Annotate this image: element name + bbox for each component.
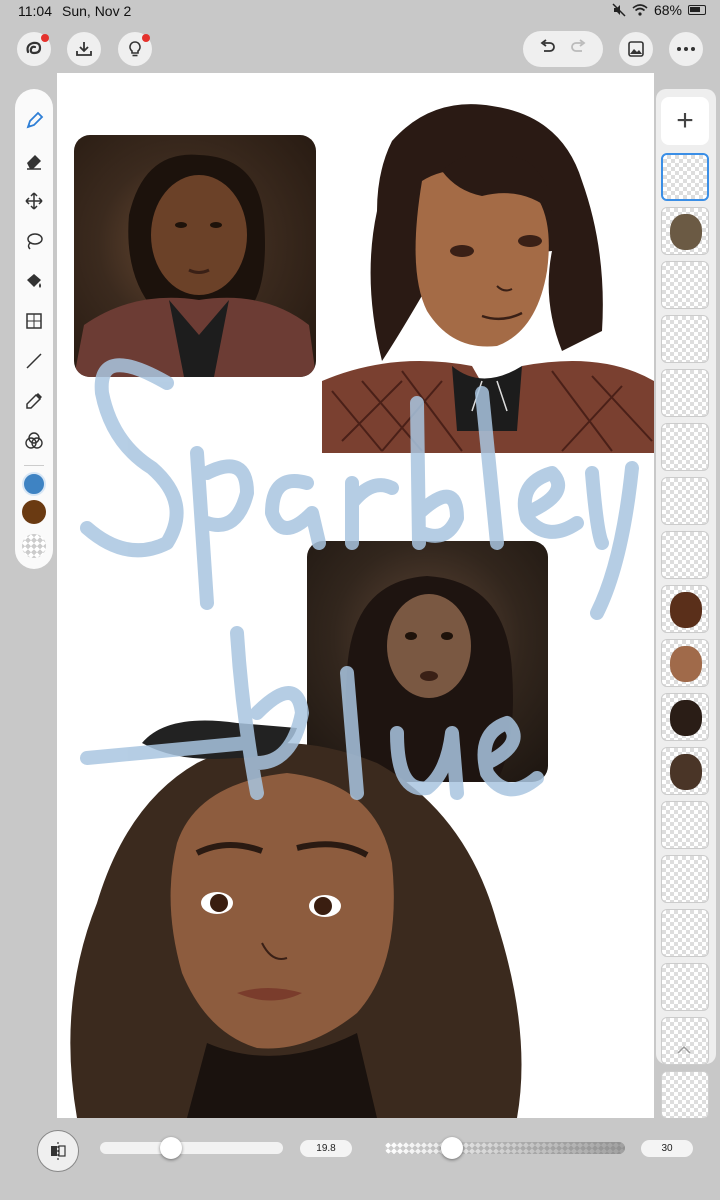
symmetry-icon: [51, 1142, 66, 1160]
status-date: Sun, Nov 2: [62, 3, 132, 19]
opacity-thumb[interactable]: [441, 1137, 464, 1159]
blend-tool[interactable]: [20, 421, 48, 461]
status-right: 68%: [612, 2, 706, 18]
layer-thumbnail[interactable]: [661, 585, 709, 633]
secondary-color-swatch[interactable]: [22, 500, 46, 524]
layer-thumbnail[interactable]: [661, 855, 709, 903]
opacity-slider[interactable]: [385, 1142, 625, 1154]
layer-thumbnail[interactable]: [661, 1071, 709, 1119]
watermark-scribble: [80, 358, 639, 800]
layer-thumbnail[interactable]: [661, 531, 709, 579]
bottom-bar: 19.8 30: [0, 1118, 720, 1200]
layer-thumbnail[interactable]: [661, 207, 709, 255]
move-icon: [25, 192, 43, 210]
lasso-tool[interactable]: [20, 221, 48, 261]
more-button[interactable]: [669, 32, 703, 66]
layer-thumbnail[interactable]: [661, 747, 709, 795]
layer-thumbnail[interactable]: [661, 315, 709, 363]
redo-icon: [571, 38, 586, 52]
move-tool[interactable]: [20, 181, 48, 221]
eraser-tool[interactable]: [20, 141, 48, 181]
blend-icon: [25, 432, 43, 449]
eyedropper-icon: [26, 393, 42, 409]
status-time: 11:04: [18, 3, 52, 19]
notification-dot: [142, 34, 150, 42]
transparent-color-swatch[interactable]: [22, 534, 46, 558]
brush-tool[interactable]: [20, 101, 48, 141]
eraser-icon: [27, 155, 41, 170]
notification-dot: [41, 34, 49, 42]
brush-size-value[interactable]: 19.8: [300, 1140, 352, 1157]
status-bar: 11:04 Sun, Nov 2 68%: [0, 0, 720, 22]
app-menu-button[interactable]: [17, 32, 51, 66]
transform-icon: [26, 313, 42, 329]
layer-thumbnail[interactable]: [661, 261, 709, 309]
tool-palette: [15, 89, 53, 569]
gallery-icon: [628, 41, 644, 57]
fill-tool[interactable]: [20, 261, 48, 301]
layer-thumbnail[interactable]: [661, 909, 709, 957]
layer-thumbnail[interactable]: [661, 477, 709, 525]
add-layer-button[interactable]: +: [661, 97, 709, 145]
mute-icon: [612, 3, 626, 17]
battery-icon: [688, 5, 706, 15]
app-menu-icon: [26, 41, 42, 55]
gallery-button[interactable]: [619, 32, 653, 66]
eyedropper-tool[interactable]: [20, 381, 48, 421]
layer-thumbnail[interactable]: [661, 639, 709, 687]
drawing-canvas[interactable]: [57, 73, 654, 1118]
primary-color-swatch[interactable]: [22, 472, 46, 496]
tips-icon: [129, 41, 141, 57]
layer-thumbnail[interactable]: [661, 801, 709, 849]
line-icon: [26, 353, 42, 369]
layer-thumbnail[interactable]: [661, 153, 709, 201]
layer-thumbnail[interactable]: [661, 963, 709, 1011]
layer-thumbnail[interactable]: [661, 423, 709, 471]
brush-icon: [26, 111, 44, 129]
symmetry-button[interactable]: [37, 1130, 79, 1172]
wifi-icon: [632, 4, 648, 16]
opacity-value[interactable]: 30: [641, 1140, 693, 1157]
import-icon: [76, 42, 92, 56]
collapse-layers-button[interactable]: [676, 1042, 692, 1060]
battery-percent: 68%: [653, 2, 682, 18]
tips-button[interactable]: [118, 32, 152, 66]
undo-icon: [540, 38, 555, 52]
redo-button[interactable]: [570, 38, 588, 61]
more-icon: [677, 47, 695, 51]
undo-button[interactable]: [538, 38, 556, 61]
import-button[interactable]: [67, 32, 101, 66]
chevron-up-icon: [677, 1045, 691, 1054]
layer-thumbnail[interactable]: [661, 369, 709, 417]
line-tool[interactable]: [20, 341, 48, 381]
transform-tool[interactable]: [20, 301, 48, 341]
brush-size-thumb[interactable]: [160, 1137, 183, 1159]
fill-icon: [27, 274, 41, 288]
undo-redo-group: [523, 31, 603, 67]
layer-panel: +: [656, 89, 716, 1119]
palette-divider: [24, 465, 44, 466]
layer-thumbnail[interactable]: [661, 693, 709, 741]
brush-size-slider[interactable]: [100, 1142, 283, 1154]
lasso-icon: [27, 233, 43, 250]
